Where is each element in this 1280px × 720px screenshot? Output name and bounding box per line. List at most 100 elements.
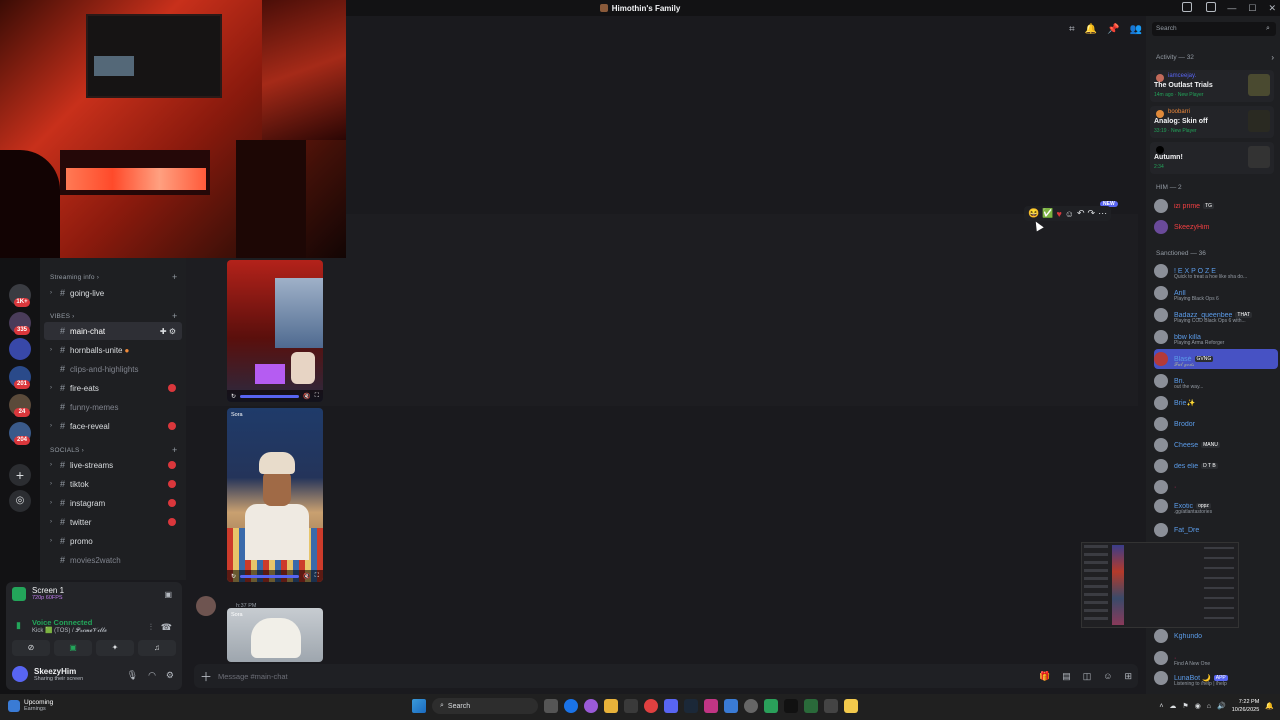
emoji-icon[interactable]: ☺ (1103, 671, 1112, 682)
attach-icon[interactable]: ＋ (194, 668, 218, 685)
app-icon[interactable] (724, 699, 738, 713)
search-input[interactable]: Search (1152, 22, 1276, 36)
member-item[interactable]: Brodor (1154, 414, 1278, 434)
member-item[interactable]: Cheese MANU (1154, 435, 1278, 455)
member-item[interactable]: Exotic oppz .gg/atlantastories (1154, 496, 1278, 516)
mute-icon[interactable]: 🔇 (303, 573, 310, 580)
start-button[interactable] (412, 699, 426, 713)
channel-movies2watch[interactable]: # movies2watch (44, 551, 182, 569)
apps-icon[interactable]: ⊞ (1124, 671, 1132, 682)
network-icon[interactable]: ⌂ (1207, 703, 1211, 710)
gift-icon[interactable]: 🎁 (1039, 671, 1050, 682)
member-item[interactable]: bbw killa Playing Arma Reforger (1154, 327, 1278, 347)
heart-reaction-icon[interactable]: ♥ (1056, 209, 1061, 219)
member-item[interactable]: ! E X P O Z E Quick to treat a hoe like s… (1154, 261, 1278, 281)
video-attachment[interactable]: Sora ↻ 🔇 ⛶ (227, 408, 323, 582)
edge-icon[interactable] (564, 699, 578, 713)
app-icon[interactable] (764, 699, 778, 713)
members-icon[interactable]: 👥 (1130, 24, 1142, 35)
chevron-up-icon[interactable]: ˄ (1159, 703, 1163, 710)
headset-icon[interactable]: ◠ (148, 670, 156, 681)
activity-card[interactable]: iamceejay. The Outlast Trials 14m ago · … (1150, 70, 1274, 102)
video-attachment[interactable]: ↻ 🔇 ⛶ (227, 260, 323, 402)
member-item[interactable]: Brie✨ (1154, 393, 1278, 413)
tray-icon[interactable]: ◉ (1195, 702, 1201, 710)
sticker-icon[interactable]: ◫ (1083, 671, 1092, 682)
channel-fire-eats[interactable]: › # fire-eats (44, 379, 182, 397)
add-server-icon[interactable]: + (9, 464, 31, 486)
camera-off-button[interactable]: ⊘ (12, 640, 50, 656)
replay-icon[interactable]: ↻ (231, 393, 236, 400)
file-explorer-icon[interactable] (604, 699, 618, 713)
add-channel-icon[interactable]: + (172, 311, 177, 321)
task-view-icon[interactable] (544, 699, 558, 713)
channel-main-chat[interactable]: # main-chat ✚ ⚙ (44, 322, 182, 340)
sticky-notes-icon[interactable] (844, 699, 858, 713)
disconnect-icon[interactable]: ☎ (161, 622, 172, 633)
stream-preview-popout[interactable] (1081, 542, 1239, 628)
taskbar-search[interactable]: ⌕ Search (432, 698, 538, 714)
fullscreen-icon[interactable]: ⛶ (315, 393, 319, 400)
avatar[interactable] (196, 596, 216, 616)
bell-icon[interactable]: 🔔 (1085, 24, 1097, 35)
voice-channel-label[interactable]: Kick 🟩 (TOS) / 𝓟𝓻𝓲𝓶𝓮𝓥𝓲𝓵𝓵𝓮 (32, 627, 107, 635)
fullscreen-icon[interactable]: ⛶ (315, 573, 319, 580)
server-icon[interactable] (9, 338, 31, 360)
message-input[interactable]: Message #main-chat (218, 672, 288, 681)
add-channel-icon[interactable]: + (172, 445, 177, 455)
member-item[interactable]: Bri. out the way... (1154, 371, 1278, 391)
check-reaction-icon[interactable]: ✅ (1042, 208, 1053, 219)
share-screen-button[interactable]: ▣ (54, 640, 92, 656)
instagram-icon[interactable] (704, 699, 718, 713)
category-vibes[interactable]: VIBES › + (50, 311, 177, 321)
activity-card[interactable]: boobarri Analog: Skin off 33:19 · New Pl… (1150, 106, 1274, 138)
copilot-icon[interactable] (584, 699, 598, 713)
volume-icon[interactable]: 🔊 (1217, 702, 1226, 710)
activities-button[interactable]: ✦ (96, 640, 134, 656)
settings-icon[interactable]: ⚙ (166, 670, 174, 681)
soundboard-button[interactable]: ♫ (138, 640, 176, 656)
discord-icon[interactable] (664, 699, 678, 713)
mic-icon[interactable]: 🎙 (127, 670, 138, 681)
channel-clips-and-highlights[interactable]: # clips-and-highlights (44, 360, 182, 378)
user-area[interactable]: SkeezyHim Sharing their screen (12, 666, 83, 682)
channel-settings-icon[interactable]: ✚ ⚙ (160, 327, 176, 336)
add-reaction-icon[interactable]: ☺ (1065, 209, 1074, 219)
channel-instagram[interactable]: › # instagram (44, 494, 182, 512)
store-icon[interactable] (624, 699, 638, 713)
replay-icon[interactable]: ↻ (231, 573, 236, 580)
widgets-button[interactable]: Upcoming Earnings (8, 699, 53, 712)
member-item[interactable]: · Find A New One (1154, 648, 1278, 668)
member-item[interactable]: Kghundo (1154, 626, 1278, 646)
app-icon[interactable] (804, 699, 818, 713)
maximize-icon[interactable]: ☐ (1248, 3, 1256, 14)
app-icon[interactable] (824, 699, 838, 713)
video-attachment[interactable]: Sora (227, 608, 323, 662)
channel-funny-memes[interactable]: # funny-memes (44, 398, 182, 416)
member-item[interactable]: Arill Playing Black Ops 6 (1154, 283, 1278, 303)
member-item[interactable]: Badazz_queenbee THAT Playing COD Black Ops… (1154, 305, 1278, 325)
channel-hornballs-unite[interactable]: › # hornballs-unite ● (44, 341, 182, 359)
tray-icon[interactable]: ☁ (1169, 702, 1176, 710)
add-channel-icon[interactable]: + (172, 272, 177, 282)
member-item[interactable]: Blasé GVNG 𝓕𝓾𝓵 𝓰𝓸𝓭𝓼 (1154, 349, 1278, 369)
member-item[interactable]: izi prime TG (1154, 196, 1278, 216)
channel-face-reveal[interactable]: › # face-reveal (44, 417, 182, 435)
threads-icon[interactable]: ⌗ (1069, 24, 1075, 35)
member-item[interactable]: LunaBot 🌙 APP Listening to /help | /help (1154, 668, 1278, 688)
category-socials[interactable]: SOCIALS › + (50, 445, 177, 455)
category-streaming-info[interactable]: Streaming info › + (50, 272, 177, 282)
discover-icon[interactable]: ◎ (9, 490, 31, 512)
member-item[interactable]: Fat_Dre (1154, 520, 1278, 540)
clock[interactable]: 7:22 PM 10/26/2025 (1232, 698, 1260, 714)
stop-stream-icon[interactable]: ▣ (164, 590, 172, 599)
minimize-icon[interactable]: — (1227, 3, 1236, 13)
channel-going-live[interactable]: › # going-live (44, 284, 182, 302)
member-item[interactable]: SkeezyHim (1154, 217, 1278, 237)
reply-icon[interactable]: ↶ (1077, 208, 1085, 219)
inbox-icon[interactable] (1182, 2, 1192, 12)
more-icon[interactable]: ⋯ (1098, 208, 1107, 219)
chevron-right-icon[interactable]: › (1271, 53, 1274, 62)
activity-card[interactable]: Autumn! 2:34 (1150, 142, 1274, 174)
tiktok-icon[interactable] (784, 699, 798, 713)
